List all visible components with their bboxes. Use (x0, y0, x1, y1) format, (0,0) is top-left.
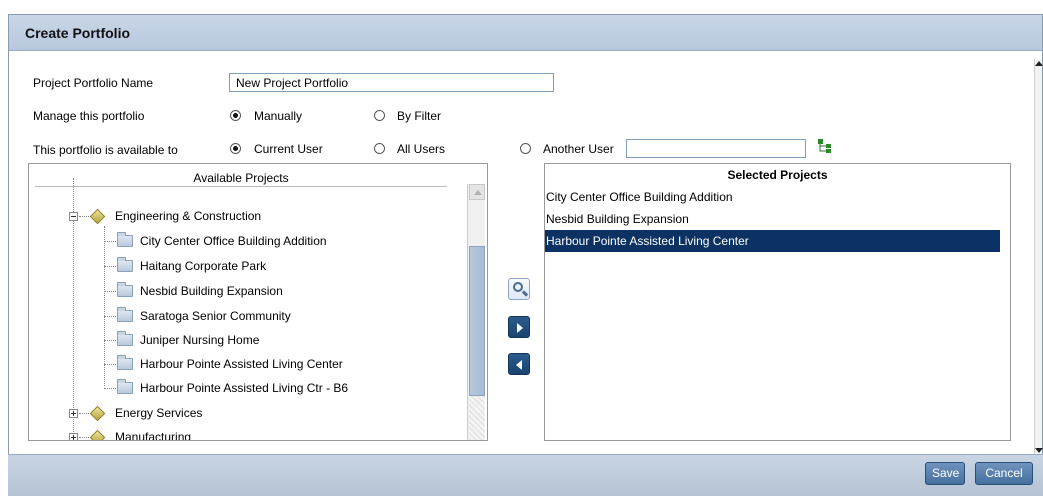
selected-projects-header: Selected Projects (727, 168, 828, 182)
portfolio-name-label: Project Portfolio Name (33, 76, 154, 90)
radio-another-user-label: Another User (543, 142, 614, 156)
tree-line (79, 413, 89, 414)
tree-line (79, 216, 89, 217)
available-projects-header: Available Projects (35, 169, 447, 187)
tree-project-item[interactable]: Harbour Pointe Assisted Living Center (140, 357, 343, 371)
dialog-titlebar: Create Portfolio (9, 15, 1042, 51)
expand-icon[interactable] (69, 433, 78, 440)
scroll-up-arrow-icon[interactable] (1035, 61, 1043, 66)
folder-icon (117, 307, 133, 322)
tree-project-item[interactable]: Nesbid Building Expansion (140, 284, 283, 298)
tree-line (104, 316, 116, 317)
magnifier-handle (521, 290, 529, 297)
cancel-button[interactable]: Cancel (975, 462, 1033, 485)
available-projects-scrollbar[interactable] (467, 184, 485, 440)
remove-project-button[interactable] (508, 353, 530, 375)
dialog-scrollbar[interactable] (1034, 59, 1043, 455)
scroll-up-icon[interactable] (469, 184, 485, 200)
radio-by-filter-label: By Filter (397, 109, 442, 123)
tree-group-engineering[interactable]: Engineering & Construction (115, 209, 261, 223)
expand-icon[interactable] (69, 409, 78, 418)
radio-by-filter[interactable] (374, 110, 385, 121)
radio-manually[interactable] (230, 110, 241, 121)
available-to-label: This portfolio is available to (33, 143, 178, 157)
dialog-title: Create Portfolio (25, 25, 131, 41)
user-tree-icon[interactable] (817, 138, 833, 154)
available-projects-panel: Available Projects Engineering & Constru… (28, 163, 488, 441)
scroll-thumb[interactable] (469, 246, 485, 396)
tree-line (104, 241, 116, 242)
add-project-button[interactable] (508, 316, 530, 338)
tree-line (104, 266, 116, 267)
portfolio-name-input[interactable] (229, 73, 554, 92)
radio-current-user-label: Current User (254, 142, 323, 156)
selected-projects-panel: Selected Projects City Center Office Bui… (544, 163, 1011, 441)
tree-line (104, 364, 116, 365)
selected-project-item-active[interactable]: Harbour Pointe Assisted Living Center (545, 230, 1000, 252)
radio-manually-label: Manually (254, 109, 303, 123)
radio-current-user[interactable] (230, 143, 241, 154)
magnifier-icon (513, 282, 523, 292)
tree-project-item[interactable]: Harbour Pointe Assisted Living Ctr - B6 (140, 381, 348, 395)
tree-project-item[interactable]: Haitang Corporate Park (140, 259, 266, 273)
dialog-footer: Save Cancel (8, 454, 1043, 496)
folder-icon (117, 232, 133, 247)
tree-line (104, 340, 116, 341)
folder-icon (117, 282, 133, 297)
radio-all-users[interactable] (374, 143, 385, 154)
scroll-track[interactable] (469, 396, 485, 440)
radio-another-user[interactable] (520, 143, 531, 154)
group-diamond-icon (89, 208, 106, 225)
tree-line (104, 226, 105, 386)
folder-icon (117, 355, 133, 370)
folder-icon (117, 257, 133, 272)
tree-project-item[interactable]: Juniper Nursing Home (140, 333, 259, 347)
folder-icon (117, 331, 133, 346)
tree-line (104, 291, 116, 292)
tree-project-item[interactable]: City Center Office Building Addition (140, 234, 327, 248)
scroll-down-arrow-icon[interactable] (1035, 448, 1043, 453)
search-button[interactable] (508, 278, 530, 300)
folder-icon (117, 379, 133, 394)
tree-line (104, 388, 116, 389)
collapse-icon[interactable] (69, 212, 78, 221)
selected-project-item[interactable]: City Center Office Building Addition (545, 186, 1000, 208)
tree-group-energy[interactable]: Energy Services (115, 406, 202, 420)
another-user-input[interactable] (626, 139, 806, 158)
selected-project-item[interactable]: Nesbid Building Expansion (545, 208, 1000, 230)
tree-line (79, 437, 89, 438)
tree-group-manufacturing[interactable]: Manufacturing (115, 430, 191, 440)
group-diamond-icon (89, 429, 106, 440)
save-button[interactable]: Save (925, 462, 965, 485)
tree-project-item[interactable]: Saratoga Senior Community (140, 309, 291, 323)
group-diamond-icon (89, 405, 106, 422)
manage-portfolio-label: Manage this portfolio (33, 109, 145, 123)
radio-all-users-label: All Users (397, 142, 446, 156)
